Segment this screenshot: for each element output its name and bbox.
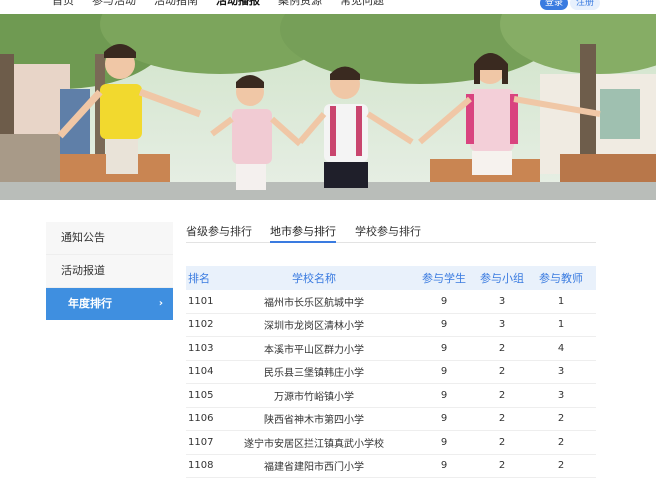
- cell-rank: 1102: [186, 319, 216, 330]
- cell-groups: 2: [476, 437, 528, 448]
- table-header: 排名 学校名称 参与学生 参与小组 参与教师: [186, 266, 596, 290]
- table-row: 1101福州市长乐区航城中学931: [186, 290, 596, 314]
- login-button[interactable]: 登录: [540, 0, 568, 10]
- nav-item-participate[interactable]: 参与活动: [92, 0, 136, 8]
- cell-rank: 1107: [186, 437, 216, 448]
- table-row: 1107遂宁市安居区拦江镇真武小学校922: [186, 431, 596, 455]
- cell-students: 9: [412, 437, 476, 448]
- cell-school: 福州市长乐区航城中学: [216, 294, 412, 309]
- sidebar-item-label: 通知公告: [61, 231, 105, 244]
- top-nav: 首页 参与活动 活动指南 活动播报 案例资源 常见问题 登录 注册: [0, 0, 656, 14]
- sidebar-item-annual-ranking[interactable]: 年度排行 ›: [46, 288, 173, 320]
- table-row: 1104民乐县三堡镇韩庄小学923: [186, 361, 596, 385]
- ranking-table: 排名 学校名称 参与学生 参与小组 参与教师 1101福州市长乐区航城中学931…: [186, 266, 596, 478]
- nav-menu: 首页 参与活动 活动指南 活动播报 案例资源 常见问题: [52, 0, 402, 8]
- cell-school: 深圳市龙岗区清林小学: [216, 317, 412, 332]
- cell-students: 9: [412, 390, 476, 401]
- cell-rank: 1104: [186, 366, 216, 377]
- nav-item-guide[interactable]: 活动指南: [154, 0, 198, 8]
- cell-students: 9: [412, 413, 476, 424]
- cell-groups: 2: [476, 460, 528, 471]
- nav-item-faq[interactable]: 常见问题: [340, 0, 384, 8]
- banner-image: [0, 14, 656, 200]
- sidebar-item-reports[interactable]: 活动报道: [46, 255, 173, 288]
- nav-item-news[interactable]: 活动播报: [216, 0, 260, 8]
- cell-rank: 1105: [186, 390, 216, 401]
- cell-school: 遂宁市安居区拦江镇真武小学校: [216, 435, 412, 450]
- cell-rank: 1103: [186, 343, 216, 354]
- register-button[interactable]: 注册: [570, 0, 600, 10]
- cell-teachers: 1: [528, 296, 594, 307]
- cell-teachers: 2: [528, 413, 594, 424]
- cell-groups: 2: [476, 343, 528, 354]
- cell-school: 民乐县三堡镇韩庄小学: [216, 364, 412, 379]
- tab-province-ranking[interactable]: 省级参与排行: [186, 222, 252, 241]
- cell-students: 9: [412, 343, 476, 354]
- chevron-right-icon: ›: [159, 288, 163, 320]
- sidebar-item-label: 年度排行: [68, 297, 112, 310]
- cell-groups: 3: [476, 319, 528, 330]
- sidebar-item-notices[interactable]: 通知公告: [46, 222, 173, 255]
- cell-groups: 2: [476, 366, 528, 377]
- table-row: 1105万源市竹峪镇小学923: [186, 384, 596, 408]
- cell-groups: 2: [476, 390, 528, 401]
- cell-teachers: 2: [528, 437, 594, 448]
- cell-school: 陕西省神木市第四小学: [216, 411, 412, 426]
- cell-students: 9: [412, 319, 476, 330]
- header-rank: 排名: [186, 270, 216, 286]
- children-running-photo: [0, 14, 656, 200]
- header-groups: 参与小组: [476, 270, 528, 286]
- sidebar-item-label: 活动报道: [61, 264, 105, 277]
- cell-teachers: 1: [528, 319, 594, 330]
- table-row: 1106陕西省神木市第四小学922: [186, 408, 596, 432]
- tab-school-ranking[interactable]: 学校参与排行: [355, 222, 421, 241]
- table-row: 1102深圳市龙岗区清林小学931: [186, 314, 596, 338]
- cell-teachers: 2: [528, 460, 594, 471]
- cell-rank: 1106: [186, 413, 216, 424]
- cell-school: 福建省建阳市西门小学: [216, 458, 412, 473]
- cell-school: 万源市竹峪镇小学: [216, 388, 412, 403]
- cell-teachers: 4: [528, 343, 594, 354]
- sidebar: 通知公告 活动报道 年度排行 ›: [46, 222, 173, 320]
- cell-school: 本溪市平山区群力小学: [216, 341, 412, 356]
- cell-students: 9: [412, 460, 476, 471]
- cell-groups: 2: [476, 413, 528, 424]
- cell-teachers: 3: [528, 366, 594, 377]
- table-row: 1108福建省建阳市西门小学922: [186, 455, 596, 478]
- table-body: 1101福州市长乐区航城中学9311102深圳市龙岗区清林小学9311103本溪…: [186, 290, 596, 478]
- nav-item-cases[interactable]: 案例资源: [278, 0, 322, 8]
- ranking-tabs: 省级参与排行 地市参与排行 学校参与排行: [186, 222, 596, 243]
- cell-groups: 3: [476, 296, 528, 307]
- nav-item-home[interactable]: 首页: [52, 0, 74, 8]
- cell-teachers: 3: [528, 390, 594, 401]
- table-row: 1103本溪市平山区群力小学924: [186, 337, 596, 361]
- header-teachers: 参与教师: [528, 270, 594, 286]
- cell-rank: 1108: [186, 460, 216, 471]
- header-students: 参与学生: [412, 270, 476, 286]
- cell-students: 9: [412, 366, 476, 377]
- cell-rank: 1101: [186, 296, 216, 307]
- tab-city-ranking[interactable]: 地市参与排行: [270, 222, 336, 243]
- header-school: 学校名称: [216, 270, 412, 286]
- cell-students: 9: [412, 296, 476, 307]
